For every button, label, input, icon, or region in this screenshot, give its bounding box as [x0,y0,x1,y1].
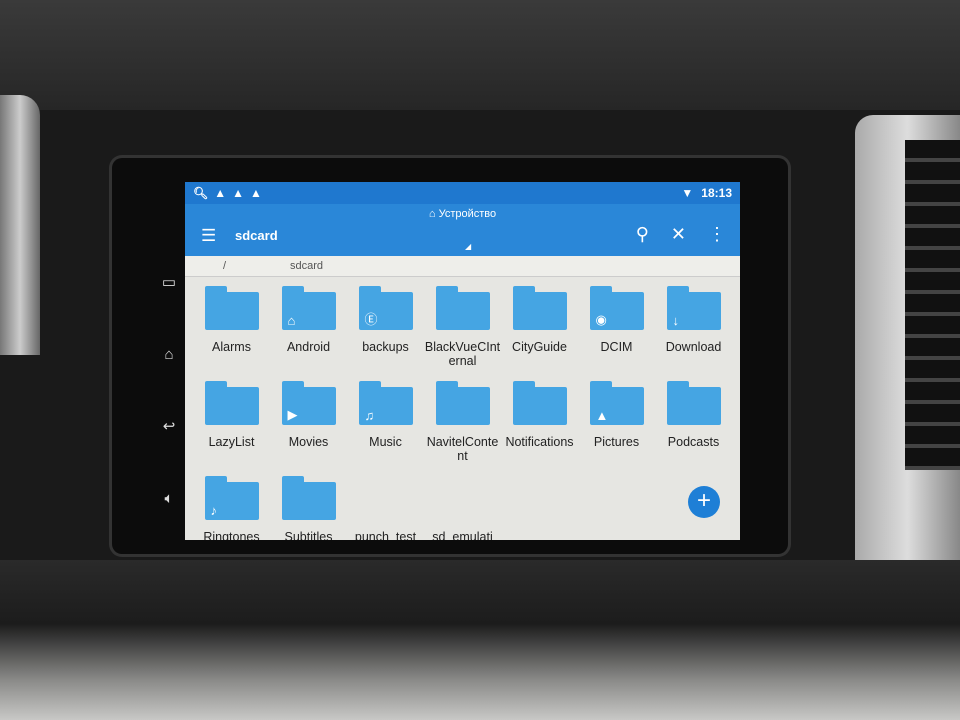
folder-item[interactable]: NavitelContent [424,381,501,479]
folder-name: Ringtones [203,530,260,540]
folder-item[interactable]: ⌂ Android [270,286,347,384]
folder-icon [435,286,490,330]
folder-item[interactable]: Ⓔbackups [347,286,424,384]
folder-name: LazyList [208,435,255,449]
folder-icon [512,381,567,425]
folder-item[interactable]: Subtitles [270,476,347,540]
folder-grid: Alarms ⌂ Android Ⓔbackups BlackVueCInternal C… [185,277,740,540]
folder-item[interactable]: ▲ Pictures [578,381,655,479]
folder-name: Download [665,340,722,354]
folder-item[interactable]: BlackVueCInternal [424,286,501,384]
folder-item[interactable]: CityGuide [501,286,578,384]
dashboard-trim-left [0,95,40,355]
wifi-icon: ▼ [681,186,694,200]
breadcrumb-sdcard[interactable]: sdcard [290,260,323,272]
page-title: sdcard [235,228,278,243]
folder-item[interactable]: Notifications [501,381,578,479]
more-options-button[interactable]: ⋮ [708,224,726,245]
back-icon[interactable]: ↩ [158,418,180,436]
breadcrumb: / sdcard [185,256,740,277]
file-manager-screen: 🔍︎ ▲ ▲ ▲ ▼ 18:13 ⌂ Устройство ☰ sdcard ◢ ⚲ ✕… [185,182,740,540]
folder-name: Podcasts [667,435,720,449]
folder-item[interactable]: ▶ Movies [270,381,347,479]
folder-name: Movies [288,435,329,449]
folder-icon: ♫ [358,381,413,425]
search-icon: 🔍︎ [193,186,209,200]
folder-icon: ▶ [281,381,336,425]
folder-item[interactable]: ♪ Ringtones [193,476,270,540]
folder-name: punch_test [354,530,417,540]
folder-name: Pictures [593,435,640,449]
folder-icon: ⌂ [281,286,336,330]
folder-name: Music [369,435,402,449]
clock: 18:13 [701,186,732,200]
home-icon[interactable]: ⌂ [158,346,180,364]
warning-icon: ▲ [250,186,262,200]
folder-icon [204,286,259,330]
folder-name: BlackVueCInternal [424,340,501,368]
toolbar: ⌂ Устройство ☰ sdcard ◢ ⚲ ✕ ⋮ [185,204,740,256]
dashboard-bottom [0,560,960,720]
menu-icon[interactable]: ☰ [201,226,216,246]
folder-name: sd_emulati [432,530,493,540]
dashboard-top [0,0,960,110]
folder-name: Subtitles [284,530,333,540]
breadcrumb-root[interactable]: / [223,260,226,272]
folder-icon [512,286,567,330]
folder-item[interactable]: Podcasts [655,381,732,479]
folder-item[interactable]: Alarms [193,286,270,384]
head-unit-keys: ▭ ⌂ ↩ 🔈︎ [150,180,185,540]
folder-name: backups [362,340,409,354]
air-vent [905,140,960,470]
add-button[interactable]: + [688,486,720,518]
warning-icon: ▲ [232,186,245,200]
folder-item[interactable]: sd_emulati [424,479,501,540]
folder-name: NavitelContent [426,435,499,463]
folder-name: Notifications [505,435,574,449]
warning-icon: ▲ [214,186,227,200]
folder-icon [435,381,490,425]
folder-name: Alarms [212,340,251,354]
folder-item[interactable]: ↓ Download [655,286,732,384]
folder-icon: Ⓔ [358,286,413,330]
folder-name: DCIM [600,340,633,354]
folder-name: CityGuide [512,340,567,354]
folder-icon: ♪ [204,476,259,520]
folder-icon: ◉ [589,286,644,330]
folder-item[interactable]: LazyList [193,381,270,479]
folder-icon [666,381,721,425]
status-bar: 🔍︎ ▲ ▲ ▲ ▼ 18:13 [185,182,740,204]
folder-icon: ▲ [589,381,644,425]
location-label: Устройство [438,208,497,220]
folder-icon: ↓ [666,286,721,330]
close-button[interactable]: ✕ [671,224,686,245]
folder-item[interactable]: punch_test [347,479,424,540]
recent-apps-icon[interactable]: ▭ [158,274,180,292]
volume-icon[interactable]: 🔈︎ [158,490,180,508]
location-selector[interactable]: ⌂ Устройство [185,208,740,220]
folder-item[interactable]: ◉ DCIM [578,286,655,384]
folder-name: Android [286,340,331,354]
folder-icon [281,476,336,520]
search-button[interactable]: ⚲ [636,224,649,245]
folder-icon [204,381,259,425]
folder-item[interactable]: ♫ Music [347,381,424,479]
dropdown-caret-icon[interactable]: ◢ [465,242,471,251]
